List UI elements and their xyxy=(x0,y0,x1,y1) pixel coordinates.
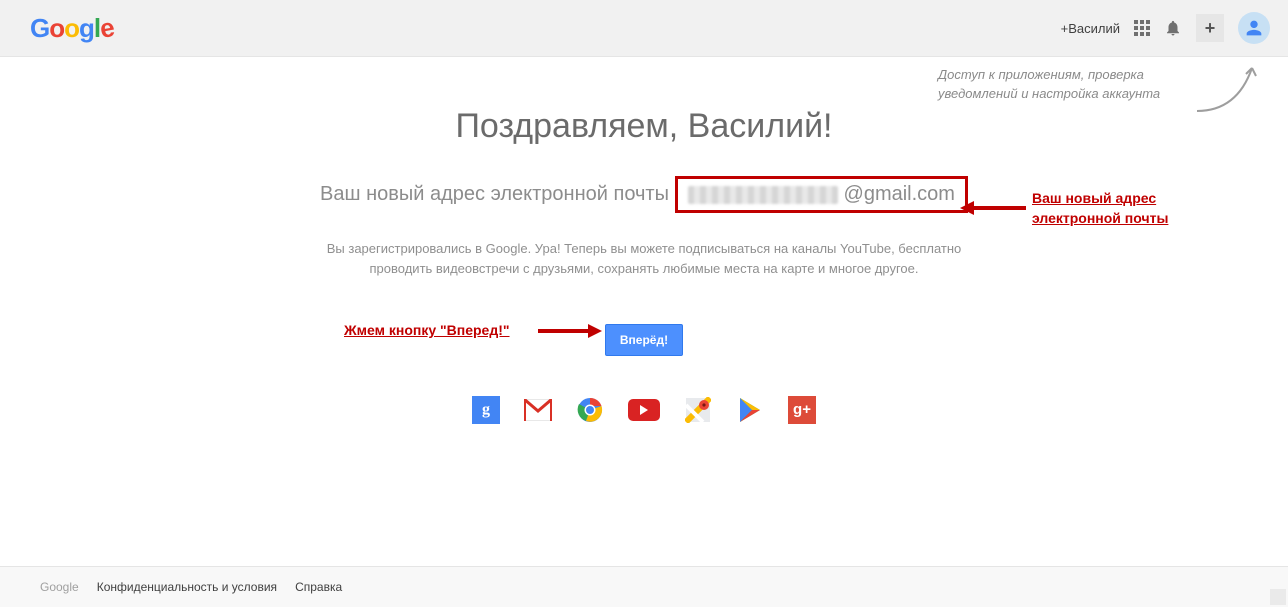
header-bar: Google +Василий + xyxy=(0,0,1288,57)
google-maps-icon[interactable] xyxy=(684,396,712,424)
chrome-icon[interactable] xyxy=(576,396,604,424)
desc-line-1: Вы зарегистрировались в Google. Ура! Теп… xyxy=(327,241,962,256)
gmail-icon[interactable] xyxy=(524,396,552,424)
annotation-button-arrow-icon xyxy=(538,322,602,340)
annotation-email-arrow-icon xyxy=(960,199,1026,217)
blurred-email-user xyxy=(688,186,838,204)
share-plus-icon[interactable]: + xyxy=(1196,14,1224,42)
footer-privacy-link[interactable]: Конфиденциальность и условия xyxy=(97,580,277,594)
header-right: +Василий + xyxy=(1061,12,1270,44)
annotation-email-text: Ваш новый адрес электронной почты xyxy=(1032,189,1222,228)
google-search-icon[interactable]: g xyxy=(472,396,500,424)
google-logo[interactable]: Google xyxy=(30,13,114,44)
notifications-bell-icon[interactable] xyxy=(1164,19,1182,37)
apps-grid-icon[interactable] xyxy=(1134,20,1150,36)
welcome-description: Вы зарегистрировались в Google. Ура! Теп… xyxy=(284,239,1004,278)
annotation-press-button-text: Жмем кнопку "Вперед!" xyxy=(344,322,510,338)
desc-line-2: проводить видеовстречи с друзьями, сохра… xyxy=(370,261,919,276)
new-email-highlight-box: @gmail.com xyxy=(675,176,968,213)
email-domain-suffix: @gmail.com xyxy=(844,183,955,206)
welcome-title: Поздравляем, Василий! xyxy=(0,107,1288,146)
account-avatar-icon[interactable] xyxy=(1238,12,1270,44)
account-hint-text: Доступ к приложениям, проверка уведомлен… xyxy=(938,66,1198,104)
footer-help-link[interactable]: Справка xyxy=(295,580,342,594)
google-play-icon[interactable] xyxy=(736,396,764,424)
new-email-label: Ваш новый адрес электронной почты xyxy=(320,183,669,206)
scrollbar-corner xyxy=(1270,589,1286,605)
main-content: Поздравляем, Василий! Ваш новый адрес эл… xyxy=(0,57,1288,424)
footer: Google Конфиденциальность и условия Спра… xyxy=(0,566,1288,607)
google-plus-icon[interactable]: g+ xyxy=(788,396,816,424)
hint-arrow-icon xyxy=(1192,56,1262,116)
forward-button[interactable]: Вперёд! xyxy=(605,324,683,356)
product-icons-row: g g+ xyxy=(0,396,1288,424)
footer-google-label: Google xyxy=(40,580,79,594)
youtube-icon[interactable] xyxy=(628,399,660,421)
plus-profile-link[interactable]: +Василий xyxy=(1061,21,1120,36)
